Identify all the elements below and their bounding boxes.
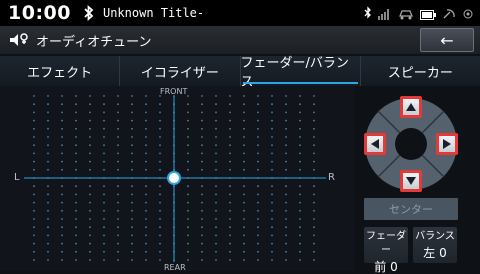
tab-fader-balance[interactable]: フェーダー/バランス	[241, 56, 361, 90]
fader-rear-button[interactable]	[400, 170, 422, 192]
arrow-up-icon	[406, 103, 416, 111]
tab-bar: エフェクト イコライザー フェーダー/バランス スピーカー	[0, 56, 480, 90]
title-bar: オーディオチューン ←	[0, 26, 480, 54]
page-title: オーディオチューン	[36, 34, 152, 50]
back-button[interactable]: ←	[420, 28, 474, 52]
tab-label: イコライザー	[140, 65, 219, 81]
center-button[interactable]: センター	[364, 198, 458, 220]
balance-right-button[interactable]	[436, 133, 458, 155]
right-label: R	[328, 172, 335, 183]
left-label: L	[14, 172, 20, 183]
signal-icon	[378, 5, 392, 24]
tab-label: エフェクト	[27, 65, 93, 81]
tab-speaker[interactable]: スピーカー	[361, 56, 480, 86]
fader-label: フェーダー	[366, 231, 406, 256]
tab-equalizer[interactable]: イコライザー	[120, 56, 241, 86]
position-marker[interactable]	[169, 173, 179, 183]
arrow-left-icon	[371, 139, 379, 149]
satellite-icon	[442, 5, 456, 24]
bluetooth-icon	[83, 5, 95, 21]
battery-icon	[420, 5, 436, 24]
arrow-down-icon	[406, 177, 416, 185]
audio-tune-icon	[8, 31, 32, 49]
balance-readout: バランス 左 0	[413, 227, 457, 263]
fader-balance-grid[interactable]: FRONT REAR L R	[0, 86, 355, 272]
arrow-right-icon	[443, 139, 451, 149]
status-bar: 10:00 Unknown Title-	[0, 0, 480, 26]
tab-label: スピーカー	[387, 65, 453, 81]
fader-front-button[interactable]	[400, 96, 422, 118]
gps-icon	[462, 5, 474, 24]
balance-label: バランス	[415, 231, 455, 242]
clock: 10:00	[8, 2, 71, 24]
fader-value: 前 0	[374, 260, 398, 274]
fader-readout: フェーダー 前 0	[364, 227, 408, 274]
tab-label: フェーダー/バランス	[240, 56, 349, 90]
status-icons	[364, 5, 474, 24]
track-title: Unknown Title-	[102, 6, 205, 20]
bluetooth-small-icon	[364, 5, 372, 24]
balance-left-button[interactable]	[364, 133, 386, 155]
direction-pad	[361, 94, 461, 194]
car-icon	[398, 5, 414, 24]
back-arrow-icon: ←	[440, 30, 454, 50]
tab-effect[interactable]: エフェクト	[0, 56, 121, 86]
front-label: FRONT	[160, 87, 188, 96]
balance-value: 左 0	[423, 246, 447, 260]
